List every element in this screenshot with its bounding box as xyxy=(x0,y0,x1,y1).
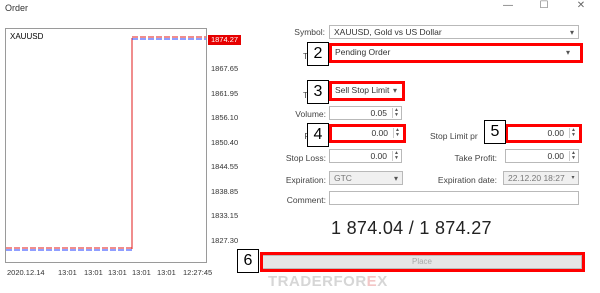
callout-number: 4 xyxy=(307,123,329,147)
maximize-button[interactable]: ☐ xyxy=(532,0,556,14)
volume-label: Volume: xyxy=(295,109,326,119)
stop-loss-label: Stop Loss: xyxy=(285,153,326,163)
spinner-icon[interactable]: ▲ ▼ xyxy=(569,151,577,161)
expiration-date-input[interactable]: 22.12.20 18:27 ▾ xyxy=(503,171,579,185)
symbol-select[interactable]: XAUUSD, Gold vs US Dollar ▾ xyxy=(329,25,579,39)
expiration-select[interactable]: GTC ▾ xyxy=(329,171,403,185)
x-tick-label: 12:27:45 xyxy=(183,268,213,277)
highlight-pending-type xyxy=(329,81,405,101)
x-tick-label: 13:01 xyxy=(157,268,176,277)
expiration-date-label: Expiration date: xyxy=(437,175,497,185)
watermark-text: X xyxy=(377,273,388,290)
watermark-text: E xyxy=(366,273,378,290)
symbol-label: Symbol: xyxy=(294,27,325,37)
chevron-down-icon: ▾ xyxy=(393,174,398,183)
watermark-logo: TRADERFOREX xyxy=(268,273,388,290)
y-tick-label: 1833.15 xyxy=(211,211,239,220)
y-tick-label: 1850.40 xyxy=(211,138,239,147)
watermark-text: TRADER xyxy=(268,273,334,290)
stop-loss-value: 0.00 xyxy=(370,151,387,161)
watermark-text: FOR xyxy=(333,273,367,290)
y-tick-label: 1861.95 xyxy=(211,89,239,98)
expiration-value: GTC xyxy=(334,173,352,183)
highlight-place-button xyxy=(260,252,585,272)
x-tick-label: 13:01 xyxy=(132,268,151,277)
spinner-icon[interactable]: ▾ xyxy=(569,173,577,183)
callout-number: 5 xyxy=(484,120,506,144)
chevron-down-icon: ▾ xyxy=(569,28,574,37)
take-profit-value: 0.00 xyxy=(547,151,564,161)
x-tick-label: 13:01 xyxy=(84,268,103,277)
price-lines xyxy=(6,36,206,251)
close-button[interactable]: ✕ xyxy=(569,0,593,14)
stop-limit-label: Stop Limit pr xyxy=(430,131,478,141)
stop-loss-input[interactable]: 0.00 ▲ ▼ xyxy=(329,149,402,163)
y-tick-label: 1867.65 xyxy=(211,64,239,73)
spinner-icon[interactable]: ▲ ▼ xyxy=(392,108,400,118)
y-tick-label: 1838.85 xyxy=(211,187,239,196)
chart-plot-area: XAUUSD xyxy=(5,28,207,263)
symbol-value: XAUUSD, Gold vs US Dollar xyxy=(334,27,442,37)
bid-ask-quote: 1 874.04 / 1 874.27 xyxy=(331,218,492,238)
volume-input[interactable]: 0.05 ▲ ▼ xyxy=(329,106,402,120)
callout-number: 3 xyxy=(307,80,329,104)
window-title: Order xyxy=(5,3,29,13)
callout-number: 6 xyxy=(237,249,259,273)
comment-label: Comment: xyxy=(286,195,326,205)
highlight-price xyxy=(329,124,406,143)
spinner-icon[interactable]: ▲ ▼ xyxy=(392,151,400,161)
highlight-stop-limit xyxy=(505,124,582,143)
take-profit-input[interactable]: 0.00 ▲ ▼ xyxy=(505,149,579,163)
current-price-tag: 1874.27 xyxy=(208,35,241,45)
window-titlebar: Order — ☐ ✕ xyxy=(0,0,600,18)
x-tick-label: 13:01 xyxy=(108,268,127,277)
y-tick-label: 1856.10 xyxy=(211,113,239,122)
y-tick-label: 1844.55 xyxy=(211,162,239,171)
comment-input[interactable] xyxy=(329,191,579,205)
minimize-button[interactable]: — xyxy=(496,0,520,14)
expiration-date-value: 22.12.20 18:27 xyxy=(508,173,565,183)
volume-value: 0.05 xyxy=(370,108,387,118)
x-tick-label: 13:01 xyxy=(58,268,77,277)
take-profit-label: Take Profit: xyxy=(454,153,497,163)
callout-number: 2 xyxy=(307,42,329,66)
x-tick-label: 2020.12.14 xyxy=(7,268,45,277)
y-tick-label: 1827.30 xyxy=(211,236,239,245)
expiration-label: Expiration: xyxy=(285,175,326,185)
tick-chart: XAUUSD 1874.27 1867.65 1861.95 1856.10 1… xyxy=(5,28,241,278)
highlight-order-type xyxy=(329,43,583,63)
